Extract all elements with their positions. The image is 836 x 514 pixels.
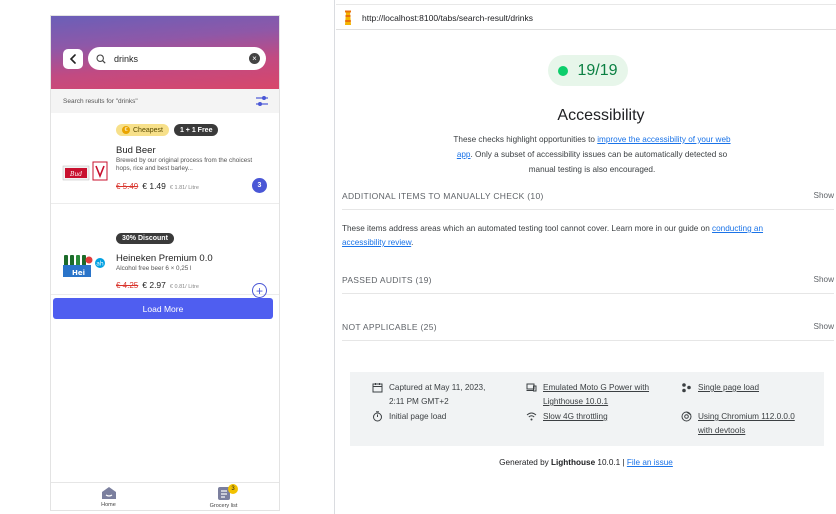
current-price: € 2.97 bbox=[142, 280, 166, 290]
bud-beer-product-image: Bud bbox=[62, 161, 108, 181]
devices-icon bbox=[526, 383, 537, 392]
home-icon bbox=[101, 487, 116, 499]
cheapest-badge: € Cheapest bbox=[116, 124, 169, 136]
wifi-icon bbox=[526, 412, 537, 421]
initial-load-text: Initial page load bbox=[389, 412, 447, 421]
show-toggle[interactable]: Show bbox=[814, 275, 834, 284]
chrome-icon bbox=[681, 411, 692, 422]
device-emulation-text[interactable]: Emulated Moto G Power with Lighthouse 10… bbox=[543, 381, 666, 409]
product-card[interactable]: Hei ah 30% Discount Heineken Premium 0.0… bbox=[51, 205, 279, 298]
browser-tab-strip bbox=[336, 0, 836, 5]
lighthouse-brand: Lighthouse bbox=[551, 458, 596, 467]
search-bar[interactable]: × bbox=[88, 47, 266, 70]
show-toggle[interactable]: Show bbox=[814, 322, 834, 331]
search-icon bbox=[96, 53, 106, 64]
env-device: Emulated Moto G Power with Lighthouse 10… bbox=[526, 381, 666, 409]
coin-icon: € bbox=[122, 126, 130, 134]
results-label: Search results for "drinks" bbox=[63, 97, 138, 105]
chevron-left-icon bbox=[69, 54, 76, 64]
badge-row: € Cheapest 1 + 1 Free bbox=[116, 124, 219, 136]
load-more-button[interactable]: Load More bbox=[53, 298, 273, 319]
show-toggle[interactable]: Show bbox=[814, 191, 834, 200]
timer-icon bbox=[373, 411, 382, 422]
mobile-app-preview: × Search results for "drinks" Bud €Cheap… bbox=[50, 15, 280, 511]
old-price: € 4.25 bbox=[116, 281, 139, 290]
product-card[interactable]: Bud € Cheapest 1 + 1 Free Bud Beer Brewed… bbox=[51, 114, 279, 204]
group-title: NOT APPLICABLE (25) bbox=[342, 321, 437, 332]
tab-home[interactable]: Home bbox=[51, 483, 166, 510]
browser-version-text[interactable]: Using Chromium 112.0.0.0 with devtools bbox=[698, 410, 811, 438]
clear-search-icon[interactable]: × bbox=[249, 53, 260, 64]
product-name: Heineken Premium 0.0 bbox=[116, 253, 213, 264]
session-icon bbox=[682, 383, 691, 393]
env-session: Single page load bbox=[681, 381, 759, 395]
heineken-product-image: Hei ah bbox=[63, 255, 105, 277]
svg-text:Hei: Hei bbox=[72, 269, 85, 277]
tab-grocery-list[interactable]: 3 Grocery list bbox=[166, 483, 279, 510]
svg-text:Bud: Bud bbox=[69, 171, 82, 178]
throttling-text[interactable]: Slow 4G throttling bbox=[543, 410, 608, 424]
captured-time: Captured at May 11, 2023, 2:11 PM GMT+2 bbox=[389, 383, 486, 406]
group-passed-audits[interactable]: PASSED AUDITS (19) Show bbox=[342, 266, 834, 294]
group-not-applicable[interactable]: NOT APPLICABLE (25) Show bbox=[342, 313, 834, 341]
product-description: Brewed by our original process from the … bbox=[116, 157, 253, 172]
current-price: € 1.49 bbox=[142, 181, 166, 191]
group-title: PASSED AUDITS (19) bbox=[342, 274, 432, 285]
results-header: Search results for "drinks" bbox=[51, 89, 279, 113]
env-captured: Captured at May 11, 2023, 2:11 PM GMT+2 bbox=[372, 381, 502, 409]
discount-badge: 30% Discount bbox=[116, 233, 174, 244]
group-title: ADDITIONAL ITEMS TO MANUALLY CHECK (10) bbox=[342, 190, 544, 201]
tab-label: Home bbox=[101, 502, 116, 508]
report-footer: Generated by Lighthouse 10.0.1 | File an… bbox=[499, 458, 673, 467]
runtime-settings-panel: Captured at May 11, 2023, 2:11 PM GMT+2 … bbox=[350, 372, 824, 446]
group-manual-check[interactable]: ADDITIONAL ITEMS TO MANUALLY CHECK (10) … bbox=[342, 182, 834, 210]
svg-text:ah: ah bbox=[96, 261, 104, 268]
score-value: 19/19 bbox=[577, 61, 618, 79]
score-pass-icon bbox=[558, 65, 569, 76]
tab-label: Grocery list bbox=[209, 503, 238, 509]
product-description: Alcohol free beer 6 × 0,25 l bbox=[116, 265, 192, 272]
filter-icon[interactable] bbox=[255, 95, 269, 107]
lighthouse-logo-icon bbox=[345, 10, 351, 25]
unit-price: € 1.81/ Litre bbox=[169, 185, 199, 191]
env-initial-load: Initial page load bbox=[372, 410, 446, 424]
cart-quantity-button[interactable]: 3 bbox=[252, 178, 267, 193]
bottom-tab-bar: Home 3 Grocery list bbox=[51, 482, 279, 510]
back-button[interactable] bbox=[63, 49, 83, 69]
page-url[interactable]: http://localhost:8100/tabs/search-result… bbox=[362, 13, 533, 23]
add-to-cart-button[interactable]: + bbox=[252, 283, 267, 298]
file-issue-link[interactable]: File an issue bbox=[627, 458, 673, 467]
env-browser: Using Chromium 112.0.0.0 with devtools bbox=[681, 410, 811, 438]
category-title: Accessibility bbox=[557, 107, 645, 124]
promo-badge: 1 + 1 Free bbox=[173, 124, 219, 136]
category-description: These checks highlight opportunities to … bbox=[453, 135, 731, 174]
unit-price: € 0.81/ Litre bbox=[169, 284, 199, 290]
badge-row: 30% Discount bbox=[116, 233, 174, 244]
env-throttling: Slow 4G throttling bbox=[526, 410, 608, 424]
search-input[interactable] bbox=[114, 53, 249, 64]
calendar-icon bbox=[372, 383, 383, 393]
session-text[interactable]: Single page load bbox=[698, 381, 759, 395]
score-badge: 19/19 bbox=[548, 55, 628, 86]
product-name: Bud Beer bbox=[116, 145, 156, 156]
manual-check-description: These items address areas which an autom… bbox=[342, 224, 764, 247]
panel-divider bbox=[334, 0, 335, 514]
report-url-bar: http://localhost:8100/tabs/search-result… bbox=[336, 6, 836, 30]
price-row: € 4.25 € 2.97 € 0.81/ Litre bbox=[116, 280, 199, 290]
old-price: € 5.49 bbox=[116, 182, 139, 191]
price-row: € 5.49 € 1.49 € 1.81/ Litre bbox=[116, 181, 199, 191]
grocery-count-badge: 3 bbox=[228, 484, 238, 494]
